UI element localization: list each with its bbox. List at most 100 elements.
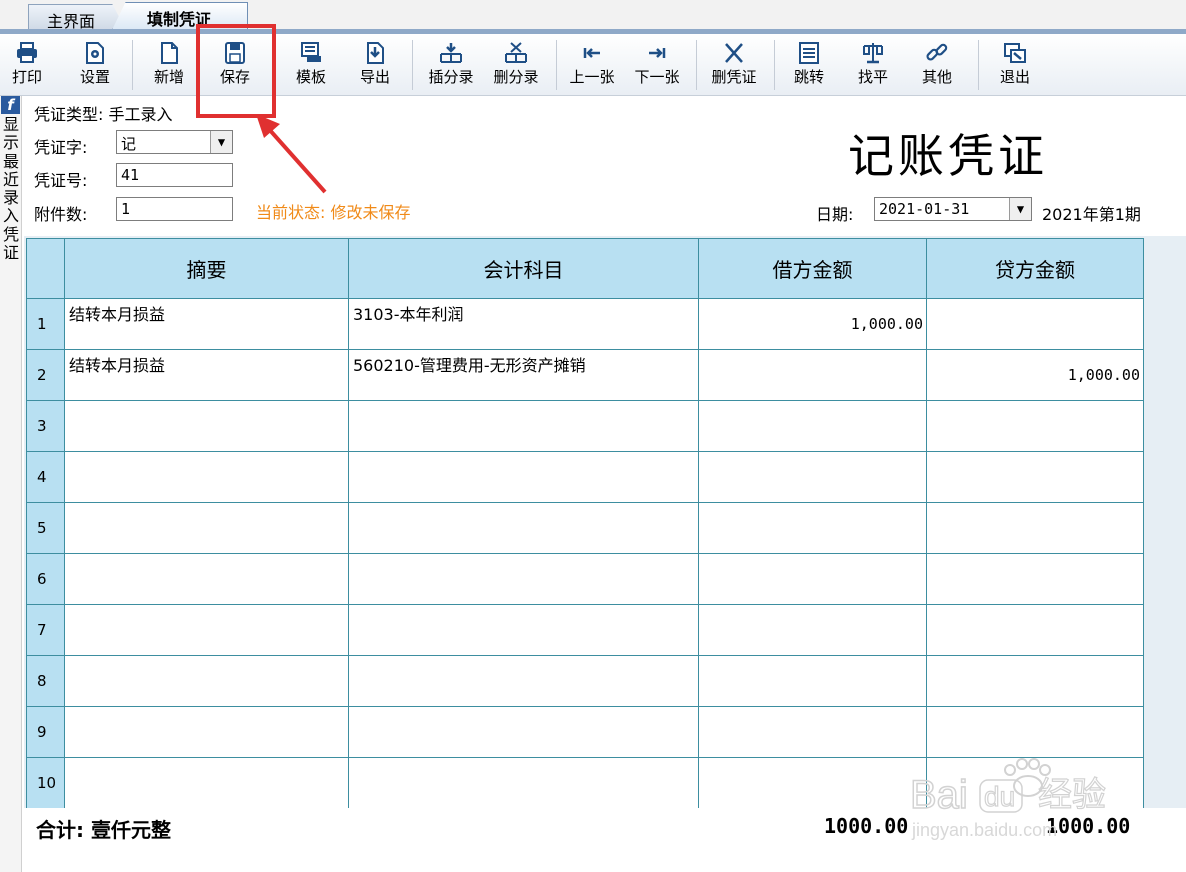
account-cell[interactable] <box>348 757 699 809</box>
print-button[interactable]: 打印 <box>6 34 48 96</box>
account-cell[interactable] <box>348 502 699 554</box>
row-number: 3 <box>26 400 65 452</box>
function-icon: f <box>1 96 20 114</box>
account-cell[interactable] <box>348 553 699 605</box>
tab-main[interactable]: 主界面 <box>28 4 126 30</box>
row-number-header <box>26 238 65 299</box>
table-header-row: 摘要 会计科目 借方金额 贷方金额 <box>26 238 1144 299</box>
summary-cell[interactable] <box>64 451 349 503</box>
new-button[interactable]: 新增 <box>148 34 190 96</box>
table-row[interactable]: 8 <box>26 655 1144 707</box>
toolbar-divider <box>696 40 697 90</box>
credit-cell[interactable] <box>926 706 1144 758</box>
summary-cell[interactable] <box>64 655 349 707</box>
account-cell[interactable]: 3103-本年利润 <box>348 298 699 350</box>
credit-cell[interactable] <box>926 298 1144 350</box>
debit-cell[interactable] <box>698 655 927 707</box>
table-row[interactable]: 2 结转本月损益 560210-管理费用-无形资产摊销 1,000.00 <box>26 349 1144 401</box>
total-debit: 1000.00 <box>824 814 909 838</box>
summary-cell[interactable] <box>64 502 349 554</box>
table-row[interactable]: 10 <box>26 757 1144 809</box>
attachment-count-input[interactable]: 1 <box>116 197 233 221</box>
template-icon <box>301 42 321 62</box>
delete-voucher-button[interactable]: 删凭证 <box>704 34 764 96</box>
account-cell[interactable] <box>348 604 699 656</box>
delete-x-icon <box>725 43 743 63</box>
summary-cell[interactable] <box>64 604 349 656</box>
jump-label: 跳转 <box>793 68 824 86</box>
printer-icon <box>17 42 37 63</box>
summary-cell[interactable] <box>64 706 349 758</box>
delete-entry-button[interactable]: 删分录 <box>486 34 546 96</box>
total-amount-in-words: 合计: 壹仟元整 <box>36 818 171 842</box>
credit-cell[interactable]: 1,000.00 <box>926 349 1144 401</box>
settings-button[interactable]: 设置 <box>74 34 116 96</box>
table-row[interactable]: 6 <box>26 553 1144 605</box>
jump-button[interactable]: 跳转 <box>788 34 830 96</box>
row-number: 7 <box>26 604 65 656</box>
voucher-number-label: 凭证号: <box>34 171 88 190</box>
chevron-down-icon[interactable]: ▼ <box>210 131 232 153</box>
table-row[interactable]: 9 <box>26 706 1144 758</box>
next-voucher-button[interactable]: 下一张 <box>626 34 688 96</box>
table-row[interactable]: 4 <box>26 451 1144 503</box>
prev-voucher-button[interactable]: 上一张 <box>562 34 622 96</box>
summary-cell[interactable] <box>64 757 349 809</box>
debit-cell[interactable] <box>698 502 927 554</box>
credit-cell[interactable] <box>926 757 1144 809</box>
account-cell[interactable] <box>348 451 699 503</box>
debit-cell[interactable] <box>698 604 927 656</box>
exit-icon <box>1004 43 1026 63</box>
voucher-word-select[interactable]: 记 ▼ <box>116 130 233 154</box>
date-picker[interactable]: 2021-01-31 ▼ <box>874 197 1032 221</box>
account-cell[interactable]: 560210-管理费用-无形资产摊销 <box>348 349 699 401</box>
voucher-number-input[interactable]: 41 <box>116 163 233 187</box>
voucher-word-value: 记 <box>121 135 137 153</box>
account-cell[interactable] <box>348 655 699 707</box>
attachment-count-value: 1 <box>121 200 131 218</box>
credit-cell[interactable] <box>926 451 1144 503</box>
credit-cell[interactable] <box>926 400 1144 452</box>
summary-cell[interactable] <box>64 400 349 452</box>
summary-cell[interactable] <box>64 553 349 605</box>
table-row[interactable]: 5 <box>26 502 1144 554</box>
balance-button[interactable]: 找平 <box>852 34 894 96</box>
debit-cell[interactable] <box>698 553 927 605</box>
next-voucher-label: 下一张 <box>634 68 680 86</box>
debit-cell[interactable] <box>698 757 927 809</box>
table-row[interactable]: 3 <box>26 400 1144 452</box>
debit-cell[interactable] <box>698 451 927 503</box>
total-credit: 1000.00 <box>1046 814 1131 838</box>
debit-cell[interactable] <box>698 706 927 758</box>
table-row[interactable]: 7 <box>26 604 1144 656</box>
column-header-debit: 借方金额 <box>698 238 927 299</box>
debit-cell[interactable] <box>698 349 927 401</box>
row-number: 5 <box>26 502 65 554</box>
template-label: 模板 <box>295 68 326 86</box>
link-icon <box>926 43 948 61</box>
period-label: 2021年第1期 <box>1042 205 1141 224</box>
jump-icon <box>799 42 819 64</box>
account-cell[interactable] <box>348 706 699 758</box>
summary-cell[interactable]: 结转本月损益 <box>64 349 349 401</box>
credit-cell[interactable] <box>926 604 1144 656</box>
summary-cell[interactable]: 结转本月损益 <box>64 298 349 350</box>
account-cell[interactable] <box>348 400 699 452</box>
credit-cell[interactable] <box>926 553 1144 605</box>
table-row[interactable]: 1 结转本月损益 3103-本年利润 1,000.00 <box>26 298 1144 350</box>
toolbar-divider <box>412 40 413 90</box>
other-button[interactable]: 其他 <box>916 34 958 96</box>
template-button[interactable]: 模板 <box>290 34 332 96</box>
calendar-dropdown-icon[interactable]: ▼ <box>1009 198 1031 220</box>
recent-vouchers-rail[interactable]: f 显示最近录入凭证 <box>0 96 22 872</box>
exit-button[interactable]: 退出 <box>994 34 1036 96</box>
insert-entry-button[interactable]: 插分录 <box>422 34 480 96</box>
recent-vouchers-label: 显示最近录入凭证 <box>2 115 19 263</box>
debit-cell[interactable]: 1,000.00 <box>698 298 927 350</box>
credit-cell[interactable] <box>926 655 1144 707</box>
debit-cell[interactable] <box>698 400 927 452</box>
save-highlight-box <box>196 24 276 118</box>
export-button[interactable]: 导出 <box>354 34 396 96</box>
credit-cell[interactable] <box>926 502 1144 554</box>
voucher-grid-area: 摘要 会计科目 借方金额 贷方金额 1 结转本月损益 3103-本年利润 1,000.… <box>24 236 1186 872</box>
